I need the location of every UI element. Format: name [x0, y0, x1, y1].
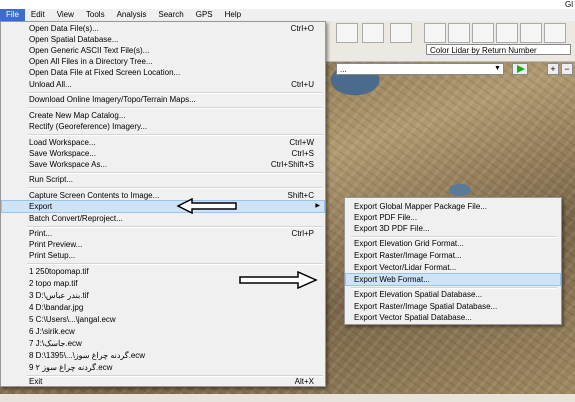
left-arrow-icon: [176, 198, 237, 214]
export-vector-lidar[interactable]: Export Vector/Lidar Format...: [346, 262, 560, 273]
menu-item-unload-all[interactable]: Unload All... Ctrl+U: [2, 79, 324, 90]
menu-item-rectify[interactable]: Rectify (Georeference) Imagery...: [2, 121, 324, 132]
export-submenu: Export Global Mapper Package File... Exp…: [344, 197, 562, 325]
menu-tools[interactable]: Tools: [80, 9, 111, 21]
toolbar-globe-icon[interactable]: [424, 23, 446, 43]
menu-item-open-ascii[interactable]: Open Generic ASCII Text File(s)...: [2, 45, 324, 56]
menu-item-save-workspace[interactable]: Save Workspace... Ctrl+S: [2, 148, 324, 159]
export-vector-spatial-db[interactable]: Export Vector Spatial Database...: [346, 312, 560, 323]
toolbar-lidar-icon[interactable]: [544, 23, 566, 43]
toolbar-layer-icon[interactable]: [448, 23, 470, 43]
export-elevation-grid[interactable]: Export Elevation Grid Format...: [346, 238, 560, 249]
menu-file[interactable]: File: [0, 9, 25, 21]
file-menu-dropdown: Open Data File(s)... Ctrl+O Open Spatial …: [0, 21, 326, 387]
menu-item-open-data-files[interactable]: Open Data File(s)... Ctrl+O: [2, 23, 324, 34]
menu-item-export[interactable]: Export ▶: [1, 200, 325, 213]
menu-item-exit[interactable]: Exit Alt+X: [2, 376, 324, 387]
secondary-select-value: ...: [340, 65, 347, 74]
menu-item-open-directory-tree[interactable]: Open All Files in a Directory Tree...: [2, 56, 324, 67]
toolbar-3d-icon[interactable]: [496, 23, 518, 43]
recent-file-8[interactable]: 8 D:\1395\...\گردنه چراغ سوز.ecw: [2, 350, 324, 361]
toolbar-edit-icon[interactable]: [362, 23, 384, 43]
menu-item-batch-convert[interactable]: Batch Convert/Reproject...: [2, 213, 324, 224]
recent-file-6[interactable]: 6 J:\sirik.ecw: [2, 326, 324, 337]
status-bar: [0, 394, 575, 402]
secondary-select[interactable]: ... ▼: [336, 63, 504, 75]
menu-item-open-spatial-database[interactable]: Open Spatial Database...: [2, 34, 324, 45]
recent-file-4[interactable]: 4 D:\bandar.jpg: [2, 302, 324, 313]
play-icon: [517, 65, 525, 73]
menu-separator: [27, 187, 323, 189]
menu-item-print[interactable]: Print... Ctrl+P: [2, 228, 324, 239]
recent-file-9[interactable]: 9 گردنه چراغ سوز ۲.ecw: [2, 362, 324, 373]
zoom-out-button[interactable]: −: [561, 63, 573, 75]
menu-analysis[interactable]: Analysis: [111, 9, 153, 21]
zoom-in-button[interactable]: +: [547, 63, 559, 75]
export-pdf[interactable]: Export PDF File...: [346, 212, 560, 223]
toolbar-grid-icon[interactable]: [336, 23, 358, 43]
submenu-arrow-icon: ▶: [315, 203, 320, 209]
menu-item-run-script[interactable]: Run Script...: [2, 174, 324, 185]
title-bar: Gl: [0, 0, 575, 9]
menu-separator: [27, 107, 323, 109]
recent-file-3[interactable]: 3 D:\بندر عباس.tif: [2, 290, 324, 301]
menu-item-create-map-catalog[interactable]: Create New Map Catalog...: [2, 110, 324, 121]
right-arrow-icon: [239, 271, 318, 289]
menu-search[interactable]: Search: [152, 9, 189, 21]
export-3d-pdf[interactable]: Export 3D PDF File...: [346, 223, 560, 234]
toolbar-measure-icon[interactable]: [520, 23, 542, 43]
menu-item-download-online-imagery[interactable]: Download Online Imagery/Topo/Terrain Map…: [2, 94, 324, 105]
go-button[interactable]: [512, 63, 528, 75]
menu-help[interactable]: Help: [219, 9, 247, 21]
toolbar-terrain-icon[interactable]: [472, 23, 494, 43]
menu-item-capture-screen[interactable]: Capture Screen Contents to Image... Shift…: [2, 190, 324, 201]
lidar-color-select[interactable]: Color Lidar by Return Number: [426, 44, 571, 55]
window-title: Gl: [565, 0, 573, 9]
menu-item-print-setup[interactable]: Print Setup...: [2, 250, 324, 261]
menu-item-print-preview[interactable]: Print Preview...: [2, 239, 324, 250]
chevron-down-icon: ▼: [494, 65, 501, 72]
export-raster-image[interactable]: Export Raster/Image Format...: [346, 250, 560, 261]
menu-view[interactable]: View: [51, 9, 80, 21]
menu-separator: [27, 134, 323, 136]
export-raster-spatial-db[interactable]: Export Raster/Image Spatial Database...: [346, 301, 560, 312]
toolbar-pencil-icon[interactable]: [390, 23, 412, 43]
export-elevation-spatial-db[interactable]: Export Elevation Spatial Database...: [346, 289, 560, 300]
recent-file-5[interactable]: 5 C:\Users\...\jangal.ecw: [2, 314, 324, 325]
export-web-format[interactable]: Export Web Format...: [345, 273, 561, 286]
menu-item-load-workspace[interactable]: Load Workspace... Ctrl+W: [2, 137, 324, 148]
menu-item-save-workspace-as[interactable]: Save Workspace As... Ctrl+Shift+S: [2, 159, 324, 170]
menu-gps[interactable]: GPS: [190, 9, 219, 21]
menu-edit[interactable]: Edit: [25, 9, 51, 21]
recent-file-7[interactable]: 7 J:\جاسک.ecw: [2, 338, 324, 349]
menu-separator: [27, 263, 323, 265]
export-global-mapper-package[interactable]: Export Global Mapper Package File...: [346, 201, 560, 212]
menu-item-open-fixed-location[interactable]: Open Data File at Fixed Screen Location.…: [2, 67, 324, 78]
